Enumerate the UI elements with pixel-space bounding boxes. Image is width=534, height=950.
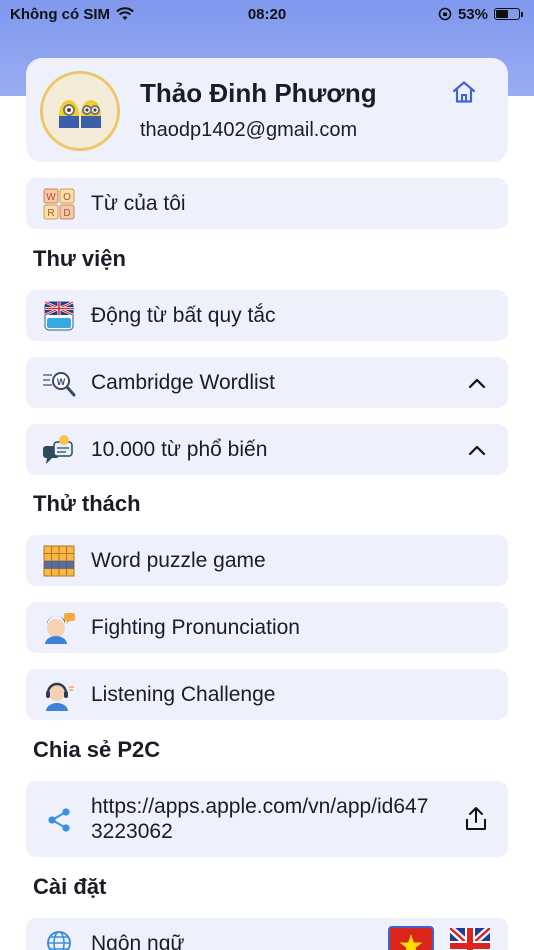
language-label: Ngôn ngữ xyxy=(91,932,185,950)
svg-text:W: W xyxy=(46,192,56,203)
share-link-card[interactable]: https://apps.apple.com/vn/app/id64732230… xyxy=(26,781,508,857)
challenge-item-fighting-pronunciation[interactable]: Fighting Pronunciation xyxy=(26,602,508,653)
speaking-person-icon xyxy=(42,611,76,645)
share-icon xyxy=(46,807,72,833)
status-bar: Không có SIM 08:20 53% xyxy=(0,0,534,28)
upload-icon[interactable] xyxy=(464,806,488,832)
home-icon[interactable] xyxy=(450,78,478,106)
minions-avatar-icon[interactable] xyxy=(40,71,120,151)
word-blocks-icon: W O R D xyxy=(42,187,76,221)
chat-idea-icon xyxy=(42,433,76,467)
profile-name: Thảo Đinh Phương xyxy=(140,78,377,108)
word-search-icon: W xyxy=(42,366,76,400)
challenge-item-listening[interactable]: Listening Challenge xyxy=(26,669,508,720)
challenge-item-label: Listening Challenge xyxy=(91,682,276,706)
language-setting[interactable]: Ngôn ngữ xyxy=(26,918,508,950)
globe-icon xyxy=(46,930,72,950)
challenge-item-label: Fighting Pronunciation xyxy=(91,615,300,639)
section-settings-title: Cài đặt xyxy=(33,874,107,899)
vietnam-flag-icon[interactable] xyxy=(388,926,434,950)
puzzle-grid-icon xyxy=(42,544,76,578)
chevron-up-icon[interactable] xyxy=(468,444,486,456)
svg-text:W: W xyxy=(57,377,66,387)
irregular-verbs-book-icon xyxy=(42,299,76,333)
svg-text:O: O xyxy=(63,192,71,203)
challenge-item-word-puzzle[interactable]: Word puzzle game xyxy=(26,535,508,586)
svg-text:D: D xyxy=(63,208,70,219)
battery-level xyxy=(496,10,508,18)
orientation-lock-icon xyxy=(438,7,452,21)
profile-card[interactable]: Thảo Đinh Phương thaodp1402@gmail.com xyxy=(26,58,508,162)
profile-email: thaodp1402@gmail.com xyxy=(140,119,358,141)
library-item-common-words[interactable]: 10.000 từ phổ biến xyxy=(26,424,508,475)
section-library-title: Thư viện xyxy=(33,246,126,271)
headphones-person-icon xyxy=(42,678,76,712)
section-challenge-title: Thử thách xyxy=(33,491,141,516)
battery-percent: 53% xyxy=(457,5,488,23)
library-item-label: Cambridge Wordlist xyxy=(91,370,276,394)
library-item-label: Động từ bất quy tắc xyxy=(91,303,276,327)
library-item-irregular-verbs[interactable]: Động từ bất quy tắc xyxy=(26,290,508,341)
my-words-label: Từ của tôi xyxy=(91,191,186,215)
battery-icon xyxy=(494,8,523,20)
carrier-label: Không có SIM xyxy=(10,5,110,23)
uk-flag-icon[interactable] xyxy=(450,928,490,950)
my-words-item[interactable]: W O R D Từ của tôi xyxy=(26,178,508,229)
clock: 08:20 xyxy=(247,5,287,23)
challenge-item-label: Word puzzle game xyxy=(91,548,266,572)
library-item-label: 10.000 từ phổ biến xyxy=(91,437,268,461)
svg-text:R: R xyxy=(47,208,54,219)
share-url: https://apps.apple.com/vn/app/id64732230… xyxy=(91,795,429,843)
wifi-icon xyxy=(116,7,134,20)
library-item-cambridge-wordlist[interactable]: W Cambridge Wordlist xyxy=(26,357,508,408)
section-share-title: Chia sẻ P2C xyxy=(33,737,161,762)
chevron-up-icon[interactable] xyxy=(468,377,486,389)
